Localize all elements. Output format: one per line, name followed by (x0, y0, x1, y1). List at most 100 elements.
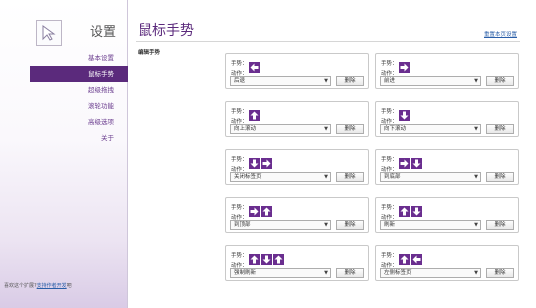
gesture-label: 手势： (231, 61, 248, 67)
arrow-up-icon (398, 202, 410, 217)
sidebar-footer: 喜欢这个扩展?支持作者开发吧 (4, 282, 72, 289)
arrow-up-icon (260, 202, 272, 217)
sidebar-item-5[interactable]: 关于 (30, 130, 128, 146)
action-select-value: 前进 (384, 78, 396, 84)
gesture-label: 手势： (381, 157, 398, 163)
gesture-row: 手势： (381, 105, 411, 121)
delete-button[interactable]: 删除 (486, 172, 514, 182)
action-select-value: 强制刷新 (234, 270, 257, 276)
action-select[interactable]: 刷新 ▼ (380, 220, 481, 230)
footer-end: 吧 (66, 283, 72, 289)
arrow-down-icon (410, 154, 422, 169)
delete-button[interactable]: 删除 (336, 268, 364, 278)
chevron-down-icon: ▼ (474, 174, 478, 180)
gesture-card: 手势： 动作： 到顶部 ▼ 删除 (225, 197, 369, 233)
sidebar-nav: 基本设置 鼠标手势 超级拖拽 滚轮功能 高级选项 关于 (30, 50, 128, 146)
arrow-down-icon (410, 202, 422, 217)
gesture-row: 手势： (231, 249, 285, 265)
action-select-value: 关闭标签页 (234, 174, 262, 180)
gesture-label: 手势： (231, 157, 248, 163)
gesture-card: 手势： 动作： 强制刷新 ▼ 删除 (225, 245, 369, 281)
gesture-card: 手势： 动作： 到底部 ▼ 删除 (375, 149, 519, 185)
gesture-card: 手势： 动作： 关闭标签页 ▼ 删除 (225, 149, 369, 185)
action-select[interactable]: 向上滚动 ▼ (230, 124, 331, 134)
arrow-down-icon (248, 154, 260, 169)
action-select-value: 左侧标签页 (384, 270, 412, 276)
sidebar-item-1[interactable]: 鼠标手势 (30, 66, 128, 82)
gesture-row: 手势： (231, 105, 261, 121)
sidebar-item-3[interactable]: 滚轮功能 (30, 98, 128, 114)
gesture-label: 手势： (381, 109, 398, 115)
gesture-card: 手势： 动作： 向下滚动 ▼ 删除 (375, 101, 519, 137)
action-select[interactable]: 左侧标签页 ▼ (380, 268, 481, 278)
footer-text: 喜欢这个扩展? (4, 283, 37, 289)
gesture-card: 手势： 动作： 前进 ▼ 删除 (375, 53, 519, 89)
section-label: 编辑手势 (138, 50, 161, 56)
action-select[interactable]: 到底部 ▼ (380, 172, 481, 182)
chevron-down-icon: ▼ (474, 78, 478, 84)
chevron-down-icon: ▼ (474, 126, 478, 132)
action-select-value: 到顶部 (234, 222, 251, 228)
delete-button[interactable]: 删除 (486, 124, 514, 134)
arrow-right-icon (260, 154, 272, 169)
action-select[interactable]: 向下滚动 ▼ (380, 124, 481, 134)
delete-button[interactable]: 删除 (336, 124, 364, 134)
arrow-right-icon (248, 202, 260, 217)
chevron-down-icon: ▼ (324, 126, 328, 132)
gesture-row: 手势： (381, 153, 423, 169)
sidebar-item-2[interactable]: 超级拖拽 (30, 82, 128, 98)
arrow-up-icon (272, 250, 284, 265)
delete-button[interactable]: 删除 (486, 220, 514, 230)
delete-button[interactable]: 删除 (336, 76, 364, 86)
gesture-card: 手势： 动作： 向上滚动 ▼ 删除 (225, 101, 369, 137)
gesture-label: 手势： (231, 253, 248, 259)
delete-button[interactable]: 删除 (486, 268, 514, 278)
arrow-up-icon (248, 106, 260, 121)
chevron-down-icon: ▼ (474, 270, 478, 276)
action-select-value: 刷新 (384, 222, 396, 228)
reset-page-link[interactable]: 重置本页设置 (484, 30, 517, 38)
settings-title: 设置 (90, 25, 117, 40)
delete-button[interactable]: 删除 (486, 76, 514, 86)
gesture-label: 手势： (381, 253, 398, 259)
action-select[interactable]: 关闭标签页 ▼ (230, 172, 331, 182)
chevron-down-icon: ▼ (324, 174, 328, 180)
action-select[interactable]: 后退 ▼ (230, 76, 331, 86)
arrow-left-icon (248, 58, 260, 73)
gesture-label: 手势： (381, 61, 398, 67)
header-divider (136, 41, 520, 42)
gesture-card: 手势： 动作： 后退 ▼ 删除 (225, 53, 369, 89)
arrow-down-icon (260, 250, 272, 265)
chevron-down-icon: ▼ (324, 78, 328, 84)
action-select[interactable]: 前进 ▼ (380, 76, 481, 86)
sidebar-item-4[interactable]: 高级选项 (30, 114, 128, 130)
delete-button[interactable]: 删除 (336, 172, 364, 182)
action-select-value: 向下滚动 (384, 126, 407, 132)
arrow-up-icon (248, 250, 260, 265)
gesture-label: 手势： (231, 109, 248, 115)
gesture-row: 手势： (231, 201, 273, 217)
arrow-down-icon (398, 106, 410, 121)
sidebar-item-0[interactable]: 基本设置 (30, 50, 128, 66)
action-select-value: 后退 (234, 78, 246, 84)
gesture-row: 手势： (381, 57, 411, 73)
delete-button[interactable]: 删除 (336, 220, 364, 230)
gesture-row: 手势： (381, 249, 423, 265)
action-select-value: 向上滚动 (234, 126, 257, 132)
cursor-logo-icon (36, 20, 62, 46)
page-title: 鼠标手势 (138, 23, 194, 39)
chevron-down-icon: ▼ (324, 270, 328, 276)
gesture-card: 手势： 动作： 左侧标签页 ▼ 删除 (375, 245, 519, 281)
arrow-right-icon (398, 58, 410, 73)
support-author-link[interactable]: 支持作者开发 (37, 283, 67, 289)
action-select-value: 到底部 (384, 174, 401, 180)
gesture-label: 手势： (231, 205, 248, 211)
arrow-up-icon (398, 250, 410, 265)
gesture-label: 手势： (381, 205, 398, 211)
chevron-down-icon: ▼ (474, 222, 478, 228)
gesture-row: 手势： (231, 57, 261, 73)
action-select[interactable]: 强制刷新 ▼ (230, 268, 331, 278)
action-select[interactable]: 到顶部 ▼ (230, 220, 331, 230)
gesture-card: 手势： 动作： 刷新 ▼ 删除 (375, 197, 519, 233)
arrow-right-icon (398, 154, 410, 169)
